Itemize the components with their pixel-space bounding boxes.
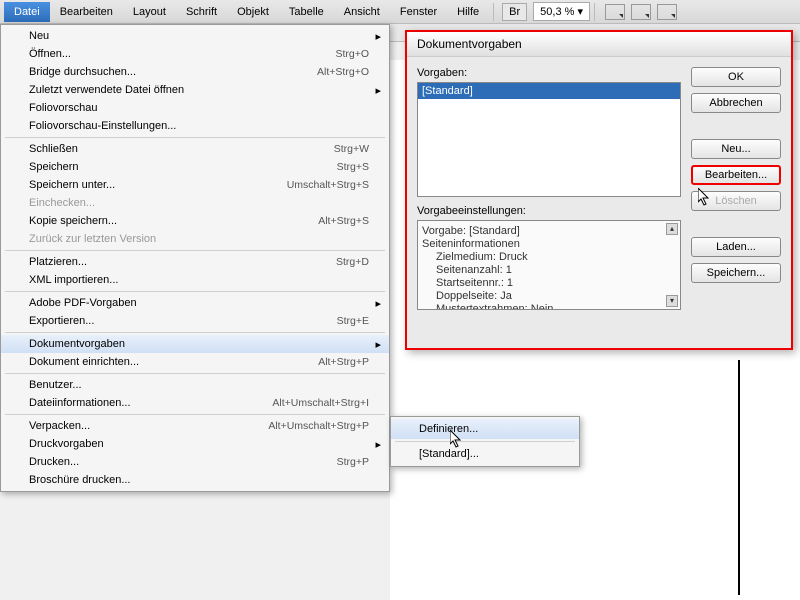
dialog-title: Dokumentvorgaben [407,32,791,57]
menu-neu[interactable]: Neu▸ [1,27,389,45]
menu-drucken[interactable]: Drucken...Strg+P [1,453,389,471]
menu-schrift[interactable]: Schrift [176,2,227,22]
menu-exportieren[interactable]: Exportieren...Strg+E [1,312,389,330]
menu-speichern[interactable]: SpeichernStrg+S [1,158,389,176]
dokumentvorgaben-submenu: Definieren... [Standard]... [390,416,580,467]
menu-dokumentvorgaben[interactable]: Dokumentvorgaben▸ [1,335,389,353]
loeschen-button: Löschen [691,191,781,211]
abbrechen-button[interactable]: Abbrechen [691,93,781,113]
menu-hilfe[interactable]: Hilfe [447,2,489,22]
menu-fenster[interactable]: Fenster [390,2,447,22]
setting-line: Seiteninformationen [422,238,676,251]
setting-line: Zielmedium: Druck [422,251,676,264]
menubar: Datei Bearbeiten Layout Schrift Objekt T… [0,0,800,24]
menu-platzieren[interactable]: Platzieren...Strg+D [1,253,389,271]
vorgaben-listbox[interactable]: [Standard] [417,82,681,197]
setting-line: Mustertextrahmen: Nein [422,303,676,310]
menu-dokument-einrichten[interactable]: Dokument einrichten...Alt+Strg+P [1,353,389,371]
menu-folio-einstellungen[interactable]: Foliovorschau-Einstellungen... [1,117,389,135]
file-menu-dropdown: Neu▸ Öffnen...Strg+O Bridge durchsuchen.… [0,24,390,492]
ok-button[interactable]: OK [691,67,781,87]
menu-objekt[interactable]: Objekt [227,2,279,22]
speichern-button[interactable]: Speichern... [691,263,781,283]
menu-benutzer[interactable]: Benutzer... [1,376,389,394]
menu-foliovorschau[interactable]: Foliovorschau [1,99,389,117]
vorgaben-label: Vorgaben: [417,67,681,79]
menu-schliessen[interactable]: SchließenStrg+W [1,140,389,158]
bridge-button[interactable]: Br [502,3,527,21]
menu-druckvorgaben[interactable]: Druckvorgaben▸ [1,435,389,453]
scroll-up-icon[interactable]: ▴ [666,223,678,235]
dokumentvorgaben-dialog: Dokumentvorgaben Vorgaben: [Standard] Vo… [405,30,793,350]
setting-line: Doppelseite: Ja [422,290,676,303]
settings-label: Vorgabeeinstellungen: [417,205,681,217]
setting-line: Vorgabe: [Standard] [422,225,676,238]
neu-button[interactable]: Neu... [691,139,781,159]
list-item-standard[interactable]: [Standard] [418,83,680,99]
arrange-icon[interactable] [657,4,677,20]
menu-layout[interactable]: Layout [123,2,176,22]
menu-adobepdf[interactable]: Adobe PDF-Vorgaben▸ [1,294,389,312]
bearbeiten-button[interactable]: Bearbeiten... [691,165,781,185]
scroll-down-icon[interactable]: ▾ [666,295,678,307]
menu-dateiinfo[interactable]: Dateiinformationen...Alt+Umschalt+Strg+I [1,394,389,412]
menu-verpacken[interactable]: Verpacken...Alt+Umschalt+Strg+P [1,417,389,435]
menu-zurueck-version: Zurück zur letzten Version [1,230,389,248]
submenu-standard[interactable]: [Standard]... [391,444,579,464]
menu-zuletzt[interactable]: Zuletzt verwendete Datei öffnen▸ [1,81,389,99]
menu-broschuere[interactable]: Broschüre drucken... [1,471,389,489]
menu-einchecken: Einchecken... [1,194,389,212]
settings-box: Vorgabe: [Standard] Seiteninformationen … [417,220,681,310]
menu-kopie-speichern[interactable]: Kopie speichern...Alt+Strg+S [1,212,389,230]
zoom-level[interactable]: 50,3 % ▾ [533,2,590,21]
menu-tabelle[interactable]: Tabelle [279,2,334,22]
menu-bridge-durchsuchen[interactable]: Bridge durchsuchen...Alt+Strg+O [1,63,389,81]
menu-bearbeiten[interactable]: Bearbeiten [50,2,123,22]
submenu-definieren[interactable]: Definieren... [391,419,579,439]
menu-xml-import[interactable]: XML importieren... [1,271,389,289]
setting-line: Seitenanzahl: 1 [422,264,676,277]
screen-mode-icon[interactable] [631,4,651,20]
menu-oeffnen[interactable]: Öffnen...Strg+O [1,45,389,63]
document-edge [738,360,740,595]
setting-line: Startseitennr.: 1 [422,277,676,290]
menu-ansicht[interactable]: Ansicht [334,2,390,22]
view-options-icon[interactable] [605,4,625,20]
menu-datei[interactable]: Datei [4,2,50,22]
menu-speichern-unter[interactable]: Speichern unter...Umschalt+Strg+S [1,176,389,194]
laden-button[interactable]: Laden... [691,237,781,257]
